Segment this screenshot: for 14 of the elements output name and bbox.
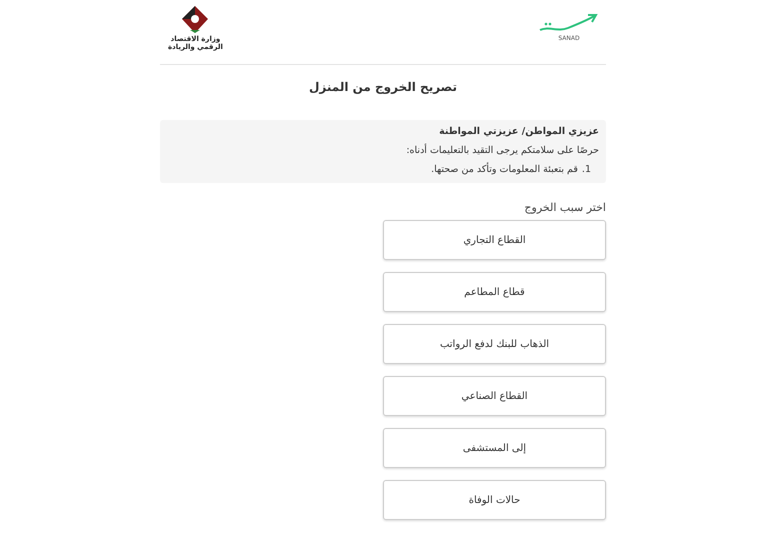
reason-button[interactable]: القطاع الصناعي — [383, 376, 606, 416]
reason-button[interactable]: الذهاب للبنك لدفع الرواتب — [383, 324, 606, 364]
reason-label: اختر سبب الخروج — [523, 201, 606, 214]
reason-button[interactable]: القطاع التجاري — [383, 220, 606, 260]
reason-button[interactable]: حالات الوفاة — [383, 480, 606, 520]
emblem-icon — [181, 5, 210, 35]
step-text: قم بتعبئة المعلومات وتأكد من صحتها. — [431, 164, 578, 175]
reason-button[interactable]: إلى المستشفى — [383, 428, 606, 468]
notice-heading: عزيزي المواطن/ عزيزتي المواطنة — [438, 126, 599, 137]
step-number: 1. — [582, 164, 591, 175]
page-title: تصريح الخروج من المنزل — [308, 80, 458, 96]
reason-button[interactable]: قطاع المطاعم — [383, 272, 606, 312]
notice-text: حرصًا على سلامتكم يرجى التقيد بالتعليمات أدناه: — [405, 145, 599, 156]
sanad-logo-icon — [538, 12, 600, 34]
